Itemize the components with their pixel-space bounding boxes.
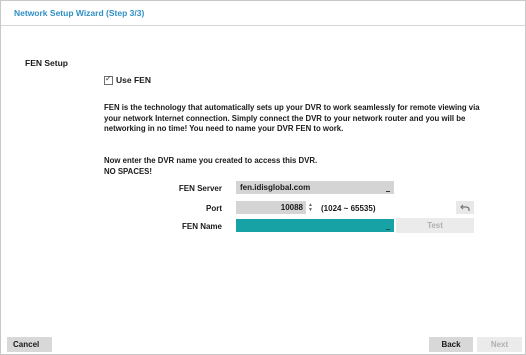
use-fen-row[interactable]: ✓ Use FEN — [104, 73, 151, 85]
next-button[interactable]: Next — [477, 337, 522, 352]
description-line: FEN is the technology that automatically… — [104, 103, 480, 112]
use-fen-label[interactable]: Use FEN — [116, 75, 151, 85]
section-title: FEN Setup — [25, 58, 68, 68]
title-bar: Network Setup Wizard (Step 3/3) — [1, 1, 525, 26]
fen-name-label: FEN Name — [181, 222, 222, 231]
fen-server-label: FEN Server — [178, 184, 222, 193]
port-range: (1024 ~ 65535) — [321, 204, 376, 213]
description-line: networking in no time! You need to name … — [104, 124, 344, 133]
back-button[interactable]: Back — [429, 337, 473, 352]
port-spinner[interactable]: ▲ ▼ — [307, 201, 314, 214]
cancel-button[interactable]: Cancel — [7, 337, 52, 352]
undo-button[interactable] — [456, 201, 474, 214]
fen-server-value: fen.idisglobal.com — [240, 183, 311, 192]
window-title: Network Setup Wizard (Step 3/3) — [14, 8, 145, 18]
network-setup-wizard-window: Network Setup Wizard (Step 3/3) FEN Setu… — [0, 0, 526, 355]
test-button[interactable]: Test — [396, 218, 474, 233]
port-field[interactable]: 10088 — [236, 201, 306, 214]
undo-icon — [460, 204, 470, 211]
fen-name-input[interactable] — [236, 219, 394, 232]
text-cursor — [386, 191, 390, 192]
use-fen-checkbox[interactable]: ✓ — [104, 73, 113, 85]
description-line: your network Internet connection. Simply… — [104, 113, 466, 123]
fen-server-field[interactable]: fen.idisglobal.com — [236, 181, 394, 194]
port-label: Port — [206, 204, 222, 213]
instruction-line: Now enter the DVR name you created to ac… — [104, 156, 318, 165]
spin-down-icon[interactable]: ▼ — [308, 207, 313, 213]
port-value: 10088 — [280, 203, 303, 212]
checkmark-icon: ✓ — [105, 73, 112, 83]
instruction-line: NO SPACES! — [104, 166, 152, 176]
instruction-text: Now enter the DVR name you created to ac… — [104, 156, 317, 177]
text-cursor — [386, 229, 390, 230]
fen-description: FEN is the technology that automatically… — [104, 103, 516, 135]
